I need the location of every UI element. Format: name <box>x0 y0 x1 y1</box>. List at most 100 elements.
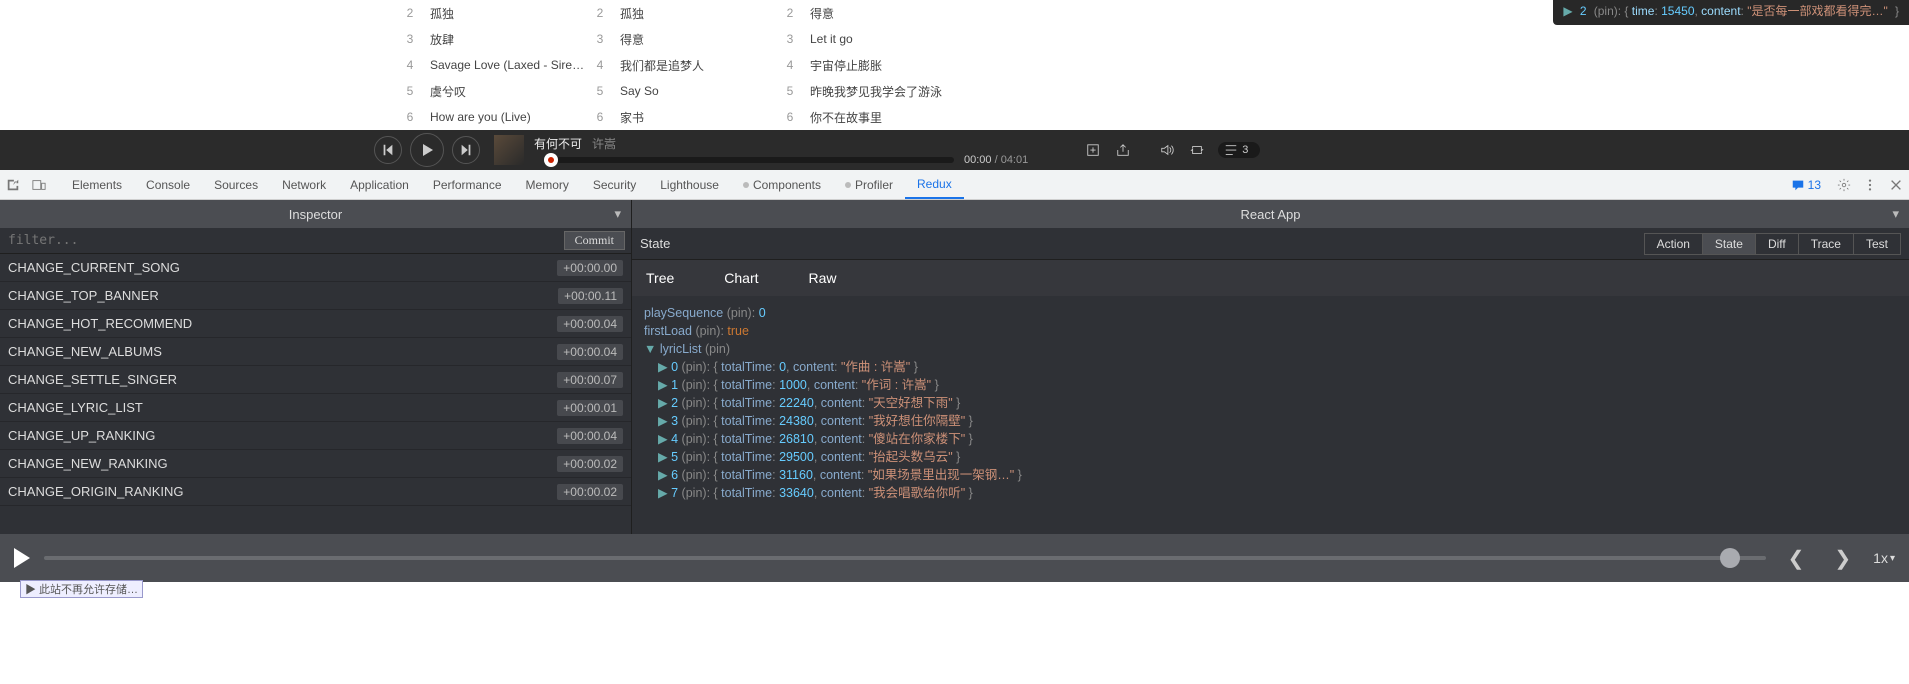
song-row[interactable]: 3Let it go <box>775 26 965 52</box>
song-row[interactable]: 5Say So <box>585 78 775 104</box>
song-row[interactable]: 2得意 <box>775 0 965 26</box>
album-cover[interactable] <box>494 135 524 165</box>
song-row[interactable]: 6How are you (Live) <box>395 104 585 130</box>
action-timestamp: +00:00.07 <box>557 372 623 388</box>
state-column: React App ▾ State Action State Diff Trac… <box>632 200 1909 534</box>
song-row[interactable]: 5昨晚我梦见我学会了游泳 <box>775 78 965 104</box>
mode-action[interactable]: Action <box>1645 234 1703 254</box>
action-row[interactable]: CHANGE_ORIGIN_RANKING+00:00.02 <box>0 478 631 506</box>
song-row[interactable]: 5虞兮叹 <box>395 78 585 104</box>
action-row[interactable]: CHANGE_SETTLE_SINGER +00:00.07 <box>0 366 631 394</box>
song-rank: 6 <box>775 110 805 124</box>
song-row[interactable]: 4我们都是追梦人 <box>585 52 775 78</box>
action-name: CHANGE_ORIGIN_RANKING <box>8 484 184 499</box>
tab-application[interactable]: Application <box>338 170 421 199</box>
mode-test[interactable]: Test <box>1854 234 1900 254</box>
tab-security[interactable]: Security <box>581 170 648 199</box>
song-row[interactable]: 2孤独 <box>395 0 585 26</box>
song-rank: 5 <box>585 84 615 98</box>
transport-next[interactable]: ❯ <box>1826 546 1859 571</box>
action-row[interactable]: CHANGE_NEW_RANKING+00:00.02 <box>0 450 631 478</box>
song-row[interactable]: 4Savage Love (Laxed - Siren Be… <box>395 52 585 78</box>
song-title: 放肆 <box>425 31 585 48</box>
song-title: 昨晚我梦见我学会了游泳 <box>805 83 965 100</box>
subtab-raw[interactable]: Raw <box>809 270 837 286</box>
action-timestamp: +00:00.02 <box>557 456 623 472</box>
loop-icon[interactable] <box>1188 141 1206 159</box>
tab-network[interactable]: Network <box>270 170 338 199</box>
action-name: CHANGE_HOT_RECOMMEND <box>8 316 192 331</box>
settings-icon[interactable] <box>1831 178 1857 192</box>
song-title[interactable]: 有何不可 <box>534 135 582 152</box>
song-title: 宇宙停止膨胀 <box>805 57 965 74</box>
action-row[interactable]: CHANGE_HOT_RECOMMEND+00:00.04 <box>0 310 631 338</box>
play-button[interactable] <box>410 133 444 167</box>
song-rank: 2 <box>585 6 615 20</box>
mode-state[interactable]: State <box>1703 234 1756 254</box>
transport-play-button[interactable] <box>14 548 30 568</box>
action-row[interactable]: CHANGE_CURRENT_SONG+00:00.00 <box>0 254 631 282</box>
mode-trace[interactable]: Trace <box>1799 234 1854 254</box>
action-row[interactable]: CHANGE_UP_RANKING+00:00.04 <box>0 422 631 450</box>
tab-sources[interactable]: Sources <box>202 170 270 199</box>
volume-icon[interactable] <box>1158 141 1176 159</box>
subtab-tree[interactable]: Tree <box>646 270 674 286</box>
add-icon[interactable] <box>1084 141 1102 159</box>
song-row[interactable]: 6你不在故事里 <box>775 104 965 130</box>
filter-input[interactable] <box>0 233 564 248</box>
tab-console[interactable]: Console <box>134 170 202 199</box>
more-icon[interactable] <box>1857 178 1883 192</box>
action-name: CHANGE_NEW_ALBUMS <box>8 344 162 359</box>
action-row[interactable]: CHANGE_LYRIC_LIST+00:00.01 <box>0 394 631 422</box>
action-row[interactable]: CHANGE_NEW_ALBUMS+00:00.04 <box>0 338 631 366</box>
song-row[interactable]: 4宇宙停止膨胀 <box>775 52 965 78</box>
chevron-down-icon[interactable]: ▾ <box>1892 206 1899 222</box>
prev-button[interactable] <box>374 136 402 164</box>
song-row[interactable]: 2孤独 <box>585 0 775 26</box>
tab-components[interactable]: Components <box>731 170 833 199</box>
action-name: CHANGE_SETTLE_SINGER <box>8 372 177 387</box>
song-row[interactable]: 6家书 <box>585 104 775 130</box>
inspector-column: Inspector ▾ Commit CHANGE_CURRENT_SONG+0… <box>0 200 632 534</box>
transport-knob[interactable] <box>1720 548 1740 568</box>
action-row[interactable]: CHANGE_TOP_BANNER+00:00.11 <box>0 282 631 310</box>
state-tree[interactable]: playSequence (pin): 0firstLoad (pin): tr… <box>632 296 1909 534</box>
subtab-chart[interactable]: Chart <box>724 270 758 286</box>
tab-performance[interactable]: Performance <box>421 170 514 199</box>
tab-profiler[interactable]: Profiler <box>833 170 905 199</box>
playlist-button[interactable]: 3 <box>1218 142 1260 158</box>
song-title: 虞兮叹 <box>425 83 585 100</box>
song-title: Say So <box>615 84 775 98</box>
song-title: 我们都是追梦人 <box>615 57 775 74</box>
tab-redux[interactable]: Redux <box>905 170 964 199</box>
transport-prev[interactable]: ❮ <box>1780 546 1813 571</box>
song-row[interactable]: 3放肆 <box>395 26 585 52</box>
mode-diff[interactable]: Diff <box>1756 234 1799 254</box>
close-icon[interactable] <box>1883 178 1909 192</box>
song-artist[interactable]: 许嵩 <box>592 135 616 152</box>
inspect-icon[interactable] <box>0 178 26 192</box>
state-label: State <box>640 236 670 251</box>
next-button[interactable] <box>452 136 480 164</box>
status-chip[interactable]: ▶ 此站不再允许存储… <box>20 580 143 598</box>
song-rank: 3 <box>395 32 425 46</box>
share-icon[interactable] <box>1114 141 1132 159</box>
tab-elements[interactable]: Elements <box>60 170 134 199</box>
transport-slider[interactable] <box>44 556 1766 560</box>
messages-badge[interactable]: 13 <box>1791 178 1821 192</box>
progress-bar[interactable] <box>544 156 954 164</box>
transport-speed[interactable]: 1x▾ <box>1873 550 1895 566</box>
tab-memory[interactable]: Memory <box>514 170 581 199</box>
tab-lighthouse[interactable]: Lighthouse <box>648 170 731 199</box>
commit-button[interactable]: Commit <box>564 231 625 250</box>
action-transport: ❮ ❯ 1x▾ <box>0 534 1909 582</box>
inspector-header: Inspector ▾ <box>0 200 631 228</box>
device-icon[interactable] <box>26 178 52 192</box>
action-timestamp: +00:00.11 <box>558 288 623 304</box>
song-row[interactable]: 3得意 <box>585 26 775 52</box>
chevron-down-icon[interactable]: ▾ <box>614 206 621 222</box>
progress-knob[interactable] <box>544 153 558 167</box>
song-rank: 5 <box>395 84 425 98</box>
time-label: 00:00 / 04:01 <box>964 154 1028 166</box>
redux-panel: Inspector ▾ Commit CHANGE_CURRENT_SONG+0… <box>0 200 1909 534</box>
